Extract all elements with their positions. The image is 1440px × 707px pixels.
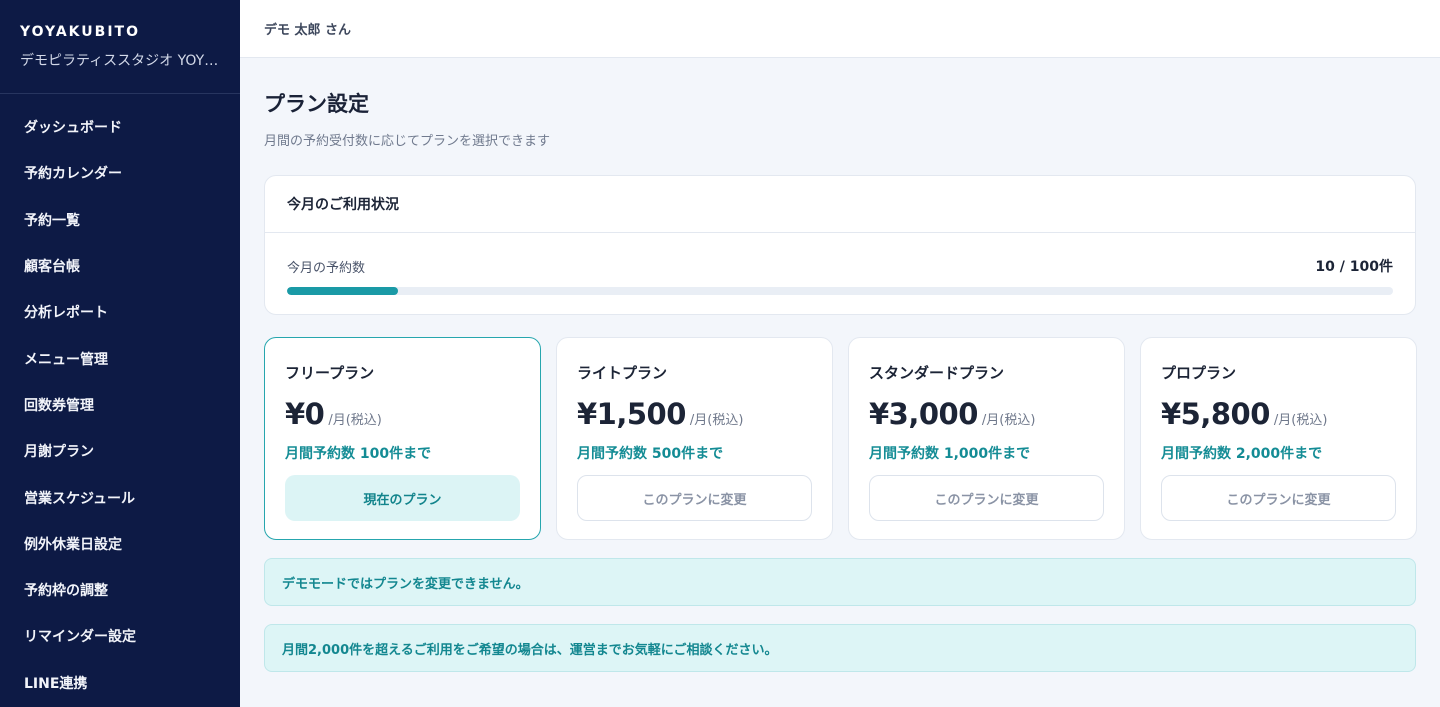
plan-card-pro: プロプラン ¥5,800 /月(税込) 月間予約数 2,000件まで このプラン… — [1140, 337, 1417, 540]
current-plan-button[interactable]: 現在のプラン — [285, 475, 520, 521]
plan-price: ¥1,500 — [577, 397, 686, 431]
sidebar-item-menu-management[interactable]: メニュー管理 — [0, 335, 240, 381]
plan-price-unit: /月(税込) — [1273, 413, 1328, 428]
usage-count: 10 / 100件 — [1315, 259, 1393, 275]
sidebar-item-customer-ledger[interactable]: 顧客台帳 — [0, 243, 240, 289]
plan-list: フリープラン ¥0 /月(税込) 月間予約数 100件まで 現在のプラン ライト… — [264, 337, 1417, 540]
sidebar-item-reminder-settings[interactable]: リマインダー設定 — [0, 613, 240, 659]
plan-name: スタンダードプラン — [869, 364, 1005, 382]
brand-block: YOYAKUBITO デモピラティススタジオ YOY… — [0, 0, 240, 94]
sidebar-item-monthly-plan[interactable]: 月謝プラン — [0, 428, 240, 474]
plan-limit: 月間予約数 500件まで — [577, 446, 724, 462]
change-plan-button-pro[interactable]: このプランに変更 — [1161, 475, 1396, 521]
plan-name: フリープラン — [285, 364, 375, 382]
sidebar-item-exception-holidays[interactable]: 例外休業日設定 — [0, 521, 240, 567]
sidebar-item-line-integration[interactable]: LINE連携 — [0, 660, 240, 706]
change-plan-button-standard[interactable]: このプランに変更 — [869, 475, 1104, 521]
plan-price: ¥5,800 — [1161, 397, 1270, 431]
sidebar-item-slot-adjustment[interactable]: 予約枠の調整 — [0, 567, 240, 613]
usage-row: 今月の予約数 10 / 100件 — [287, 256, 1393, 276]
main-content: プラン設定 月間の予約受付数に応じてプランを選択できます 今月のご利用状況 今月… — [264, 58, 1417, 672]
user-name[interactable]: デモ 太郎 さん — [264, 19, 351, 38]
usage-card-body: 今月の予約数 10 / 100件 — [265, 233, 1415, 295]
usage-progress-bar — [287, 287, 1393, 295]
plan-price-row: ¥5,800 /月(税込) — [1161, 397, 1396, 431]
brand-name: YOYAKUBITO — [20, 24, 140, 40]
sidebar-item-business-schedule[interactable]: 営業スケジュール — [0, 474, 240, 520]
sidebar-item-reservation-list[interactable]: 予約一覧 — [0, 197, 240, 243]
plan-limit: 月間予約数 2,000件まで — [1161, 446, 1323, 462]
page-subtitle: 月間の予約受付数に応じてプランを選択できます — [264, 134, 551, 149]
plan-price: ¥0 — [285, 397, 325, 431]
sidebar-nav: ダッシュボード 予約カレンダー 予約一覧 顧客台帳 分析レポート メニュー管理 … — [0, 94, 240, 706]
studio-name: デモピラティススタジオ YOY… — [20, 53, 219, 69]
plan-limit: 月間予約数 100件まで — [285, 446, 432, 462]
plan-price-unit: /月(税込) — [689, 413, 744, 428]
sidebar-item-dashboard[interactable]: ダッシュボード — [0, 104, 240, 150]
usage-card: 今月のご利用状況 今月の予約数 10 / 100件 — [264, 175, 1416, 315]
plan-price-row: ¥1,500 /月(税込) — [577, 397, 812, 431]
sidebar-item-reservation-calendar[interactable]: 予約カレンダー — [0, 150, 240, 196]
usage-label: 今月の予約数 — [287, 260, 366, 276]
plan-price-unit: /月(税込) — [328, 413, 382, 428]
top-bar: デモ 太郎 さん — [240, 0, 1440, 58]
sidebar: YOYAKUBITO デモピラティススタジオ YOY… ダッシュボード 予約カレ… — [0, 0, 240, 707]
plan-card-light: ライトプラン ¥1,500 /月(税込) 月間予約数 500件まで このプランに… — [556, 337, 833, 540]
page-title: プラン設定 — [264, 92, 369, 116]
change-plan-button-light[interactable]: このプランに変更 — [577, 475, 812, 521]
usage-progress-fill — [287, 287, 398, 295]
demo-mode-notice: デモモードではプランを変更できません。 — [264, 558, 1416, 606]
plan-name: ライトプラン — [577, 364, 668, 382]
sidebar-item-ticket-management[interactable]: 回数券管理 — [0, 382, 240, 428]
plan-card-standard: スタンダードプラン ¥3,000 /月(税込) 月間予約数 1,000件まで こ… — [848, 337, 1125, 540]
plan-price-unit: /月(税込) — [981, 413, 1036, 428]
sidebar-item-analytics-report[interactable]: 分析レポート — [0, 289, 240, 335]
plan-card-free: フリープラン ¥0 /月(税込) 月間予約数 100件まで 現在のプラン — [264, 337, 541, 540]
usage-card-title: 今月のご利用状況 — [265, 176, 1415, 233]
plan-price-row: ¥0 /月(税込) — [285, 397, 520, 431]
plan-name: プロプラン — [1161, 364, 1237, 382]
plan-price-row: ¥3,000 /月(税込) — [869, 397, 1104, 431]
plan-limit: 月間予約数 1,000件まで — [869, 446, 1031, 462]
contact-notice: 月間2,000件を超えるご利用をご希望の場合は、運営までお気軽にご相談ください。 — [264, 624, 1416, 672]
plan-price: ¥3,000 — [869, 397, 978, 431]
